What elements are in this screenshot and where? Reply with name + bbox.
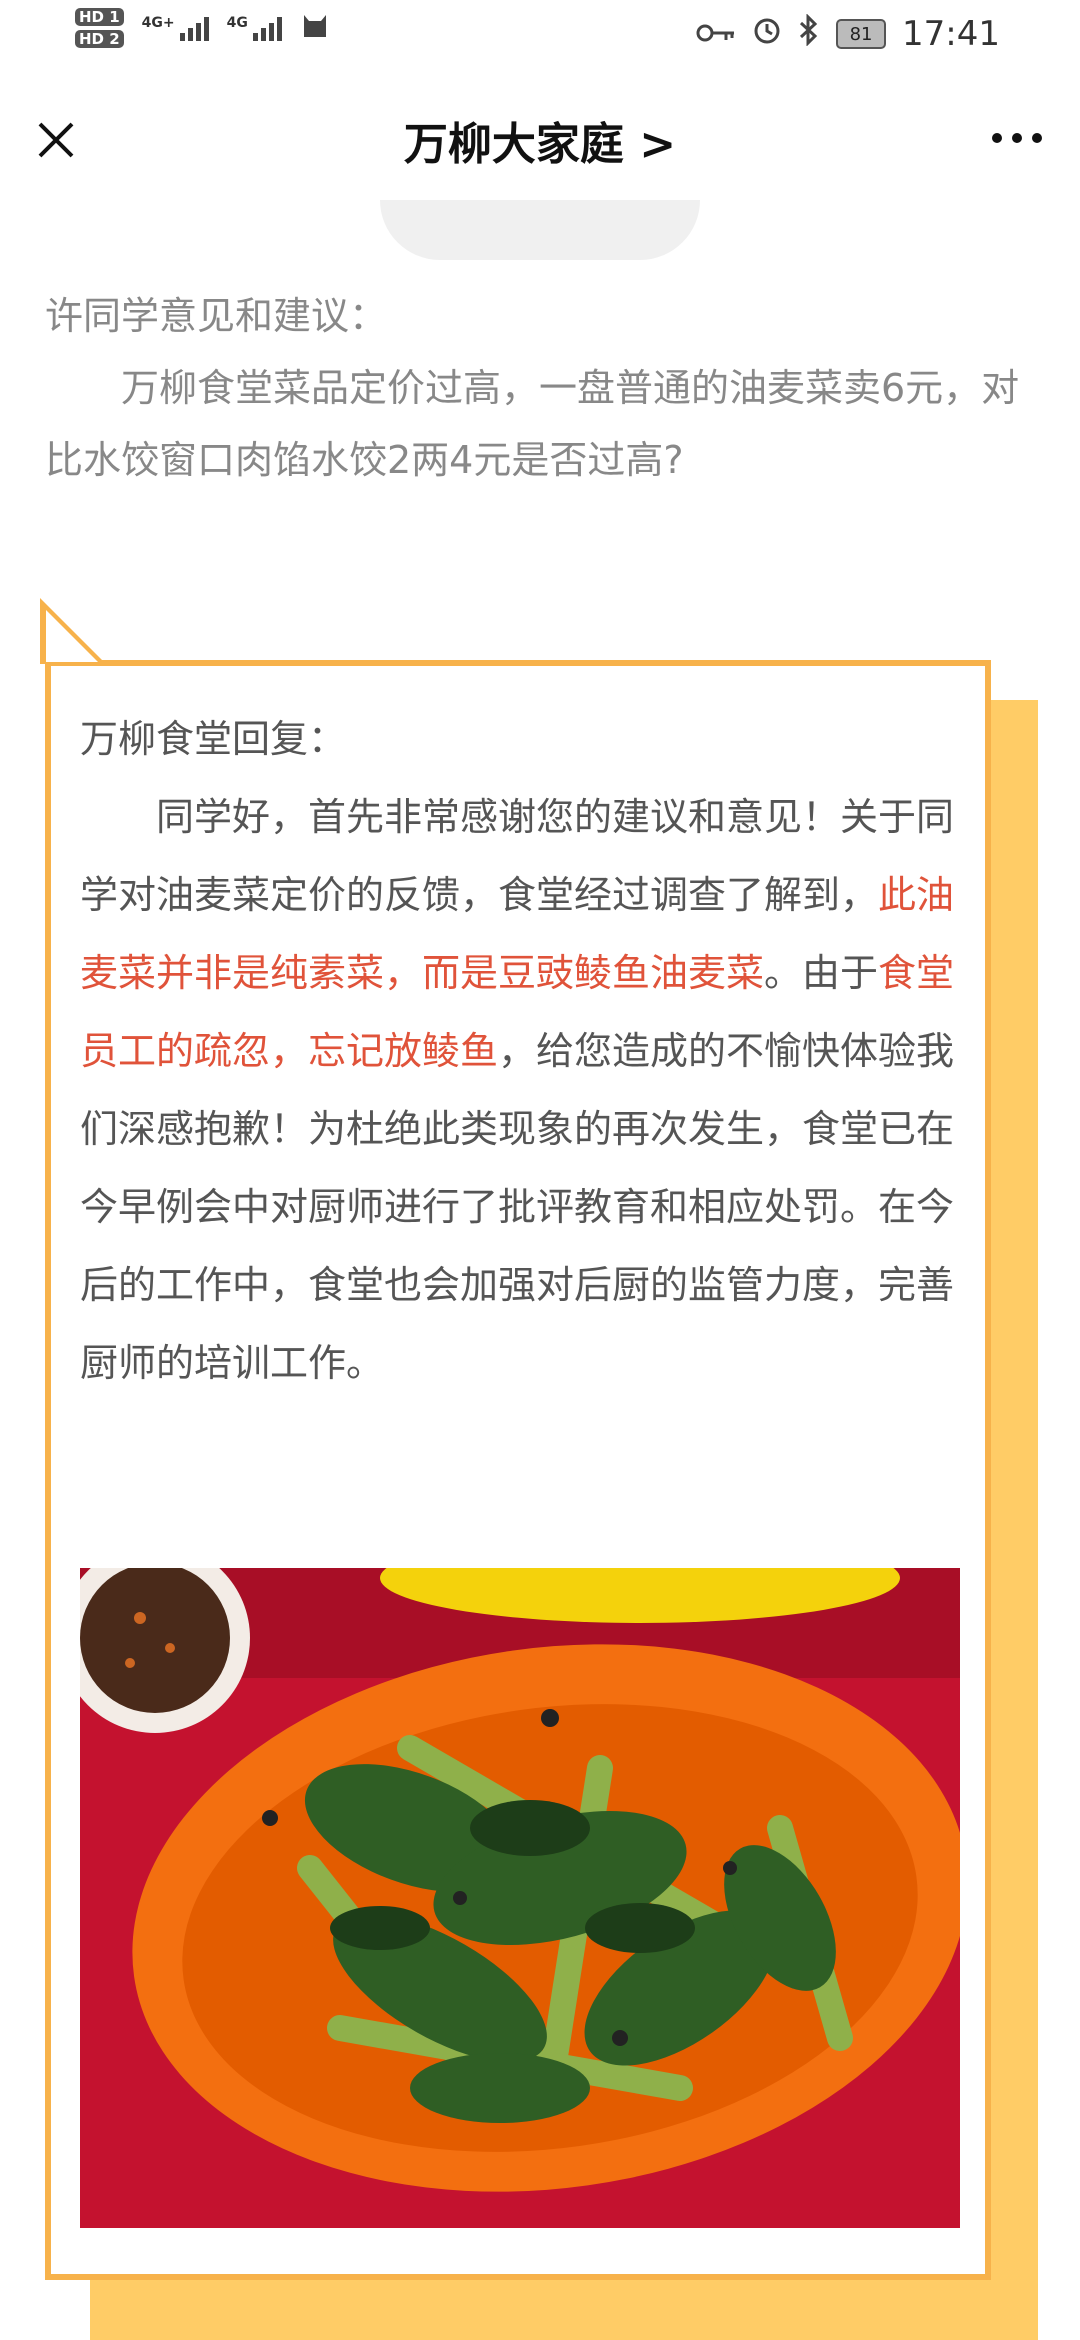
cat-icon xyxy=(300,9,330,47)
key-icon xyxy=(696,15,736,53)
question-body: 万柳食堂菜品定价过高，一盘普通的油麦菜卖6元，对比水饺窗口肉馅水饺2两4元是否过… xyxy=(45,366,1020,482)
question-block: 许同学意见和建议： 万柳食堂菜品定价过高，一盘普通的油麦菜卖6元，对比水饺窗口肉… xyxy=(45,280,1035,496)
bluetooth-icon xyxy=(798,13,820,54)
status-bar: HD 1 HD 2 4G+ 4G 81 17:41 xyxy=(0,0,1080,70)
reply-heading: 万柳食堂回复： xyxy=(80,717,347,761)
food-illustration xyxy=(80,1568,960,2228)
reply-block: 万柳食堂回复： 同学好，首先非常感谢您的建议和意见！关于同学对油麦菜定价的反馈，… xyxy=(80,700,960,1402)
network-type-2: 4G xyxy=(226,15,248,31)
food-photo xyxy=(80,1568,960,2228)
signal-bar xyxy=(276,17,282,41)
more-icon xyxy=(992,133,1042,143)
reply-text-part: ，给您造成的不愉快体验我们深感抱歉！为杜绝此类现象的再次发生，食堂已在今早例会中… xyxy=(80,1029,955,1385)
signal-bar xyxy=(252,33,258,41)
signal-bar xyxy=(203,17,209,41)
hd2-badge: HD 2 xyxy=(75,30,124,48)
reply-card-notch-inner xyxy=(46,610,98,662)
signal-bar xyxy=(187,28,193,41)
signal-bar xyxy=(195,23,201,41)
reply-text-part: 同学好，首先非常感谢您的建议和意见！关于同学对油麦菜定价的反馈，食堂经过调查了解… xyxy=(80,795,955,917)
battery-indicator: 81 xyxy=(836,19,887,49)
status-left: HD 1 HD 2 4G+ 4G xyxy=(75,8,330,48)
reply-body: 同学好，首先非常感谢您的建议和意见！关于同学对油麦菜定价的反馈，食堂经过调查了解… xyxy=(80,778,960,1402)
hd-indicators: HD 1 HD 2 xyxy=(75,8,124,48)
alarm-icon xyxy=(752,15,782,53)
clock: 17:41 xyxy=(902,14,1000,54)
signal-bar xyxy=(179,33,185,41)
network-type-1: 4G+ xyxy=(141,15,175,31)
reply-text-part: 。由于 xyxy=(764,951,879,995)
hd1-badge: HD 1 xyxy=(75,8,124,26)
page-title[interactable]: 万柳大家庭 > xyxy=(0,108,1080,172)
question-heading: 许同学意见和建议： xyxy=(45,294,388,338)
signal-bar xyxy=(260,28,266,41)
decorative-shape xyxy=(380,200,700,260)
more-button[interactable] xyxy=(982,110,1052,166)
nav-bar: 万柳大家庭 > xyxy=(0,70,1080,210)
signal-icon-1: 4G+ xyxy=(142,15,209,41)
status-right: 81 17:41 xyxy=(696,13,1000,54)
signal-icon-2: 4G xyxy=(227,15,282,41)
signal-bar xyxy=(268,23,274,41)
